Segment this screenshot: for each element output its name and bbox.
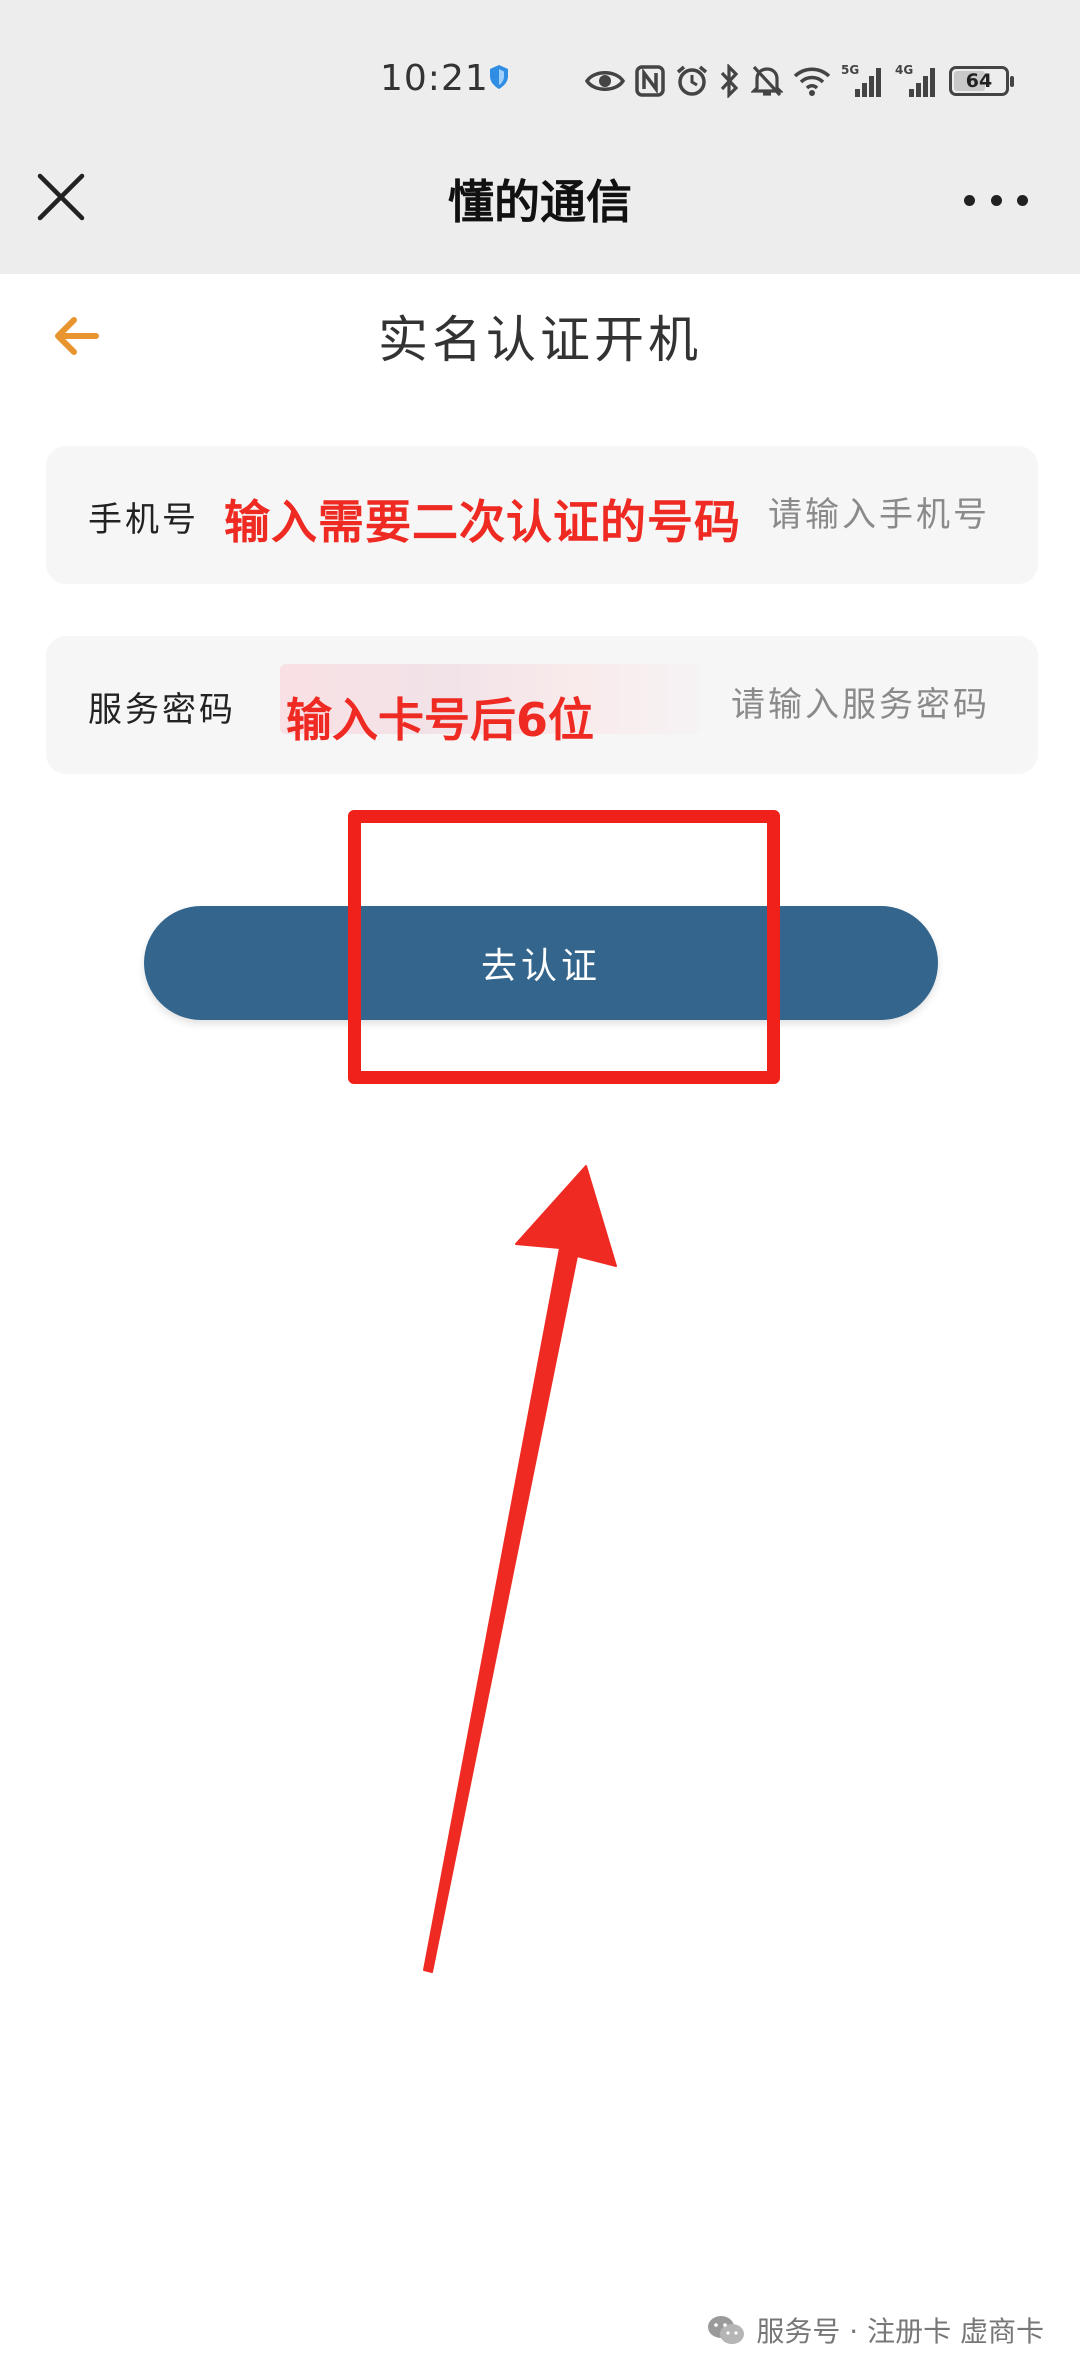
wifi-icon [793,67,831,96]
bluetooth-icon [720,64,739,98]
footer-watermark: 服务号 · 注册卡 虚商卡 [706,2310,1044,2350]
eye-icon [585,71,625,91]
password-input[interactable] [688,674,992,736]
password-label: 服务密码 [88,690,236,730]
status-bar: 10:21 5G 4G 64 [0,0,1080,150]
status-time: 10:21 [380,58,489,99]
battery-icon: 64 [949,66,1014,96]
more-dot-icon [990,194,1002,206]
annotation-password-hint: 输入卡号后6位 [286,693,595,747]
phone-label: 手机号 [88,500,199,540]
annotation-phone-hint: 输入需要二次认证的号码 [224,495,741,549]
signal-4g-icon: 4G [895,63,935,97]
wechat-icon [708,2316,745,2344]
network-4g-label: 4G [895,63,913,77]
page-title: 实名认证开机 [378,311,702,369]
more-button[interactable] [964,180,1028,220]
nfc-icon [635,65,665,97]
top-bar: 10:21 5G 4G 64 懂的通信 [0,0,1080,274]
signal-5g-icon: 5G [841,63,881,97]
shield-icon [488,64,510,94]
status-icons: 5G 4G 64 [585,56,1014,106]
watermark-text: 服务号 · 注册卡 虚商卡 [756,2315,1044,2348]
app-title: 懂的通信 [448,175,632,229]
alarm-icon [676,65,708,96]
mute-bell-icon [751,65,783,97]
more-dot-icon [1017,194,1028,206]
network-5g-label: 5G [841,63,859,77]
annotation-arrow-shape [423,1165,617,1973]
more-dot-icon [964,194,975,206]
annotation-highlight-box [348,810,780,1084]
battery-level: 64 [965,70,993,92]
